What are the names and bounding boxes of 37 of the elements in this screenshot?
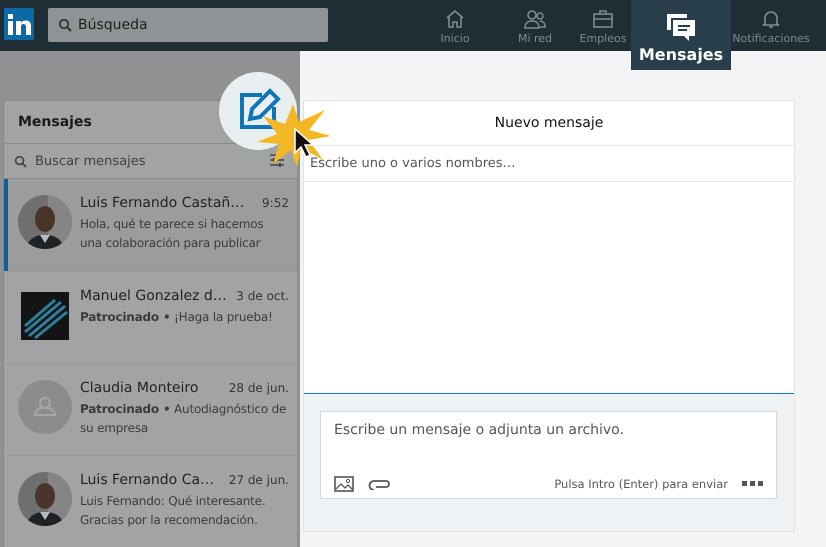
message-time: 28 de jun. bbox=[228, 381, 289, 395]
search-field[interactable]: Búsqueda bbox=[48, 8, 328, 42]
message-preview: Hola, qué te parece si hacemos una colaboración para publicar bbox=[80, 216, 264, 252]
contact-name: Luis Fernando Castañ… bbox=[80, 195, 244, 211]
message-box[interactable]: Escribe un mensaje o adjunta un archivo. Pulsa Intro (Enter) para enviar bbox=[320, 411, 777, 499]
more-icon[interactable] bbox=[742, 481, 764, 487]
logo-icon bbox=[21, 292, 69, 340]
message-time: 9:52 bbox=[262, 196, 289, 210]
contact-name: Manuel Gonzalez d… bbox=[80, 288, 227, 304]
search-field[interactable]: Buscar mensajes bbox=[33, 152, 237, 170]
conversation-item[interactable]: Luis Fernando Castañ… 9:52 Hola, qué te parece si hacemos una colaboración para publicar bbox=[4, 179, 297, 271]
home-icon bbox=[444, 9, 466, 29]
nav-tab[interactable]: Inicio bbox=[415, 0, 495, 51]
conversation-item[interactable]: Claudia Monteiro 28 de jun. Patrocinado • Autodiagnóstico de su empresa bbox=[4, 363, 297, 455]
nav-tab[interactable]: Notificaciones bbox=[731, 0, 811, 51]
bell-icon bbox=[761, 9, 781, 29]
contact-name: Claudia Monteiro bbox=[80, 380, 198, 396]
logo-icon[interactable] bbox=[4, 8, 34, 40]
chat-bubbles-icon bbox=[665, 12, 697, 42]
conversation-item[interactable]: Manuel Gonzalez d… 3 de oct. Patrocinado • ¡Haga la prueba! bbox=[4, 271, 297, 363]
nav-tab[interactable]: Mi red bbox=[495, 0, 575, 51]
search-icon bbox=[14, 154, 27, 168]
nav-tab[interactable]: Empleos bbox=[575, 0, 631, 51]
paperclip-icon[interactable] bbox=[368, 478, 392, 490]
briefcase-icon bbox=[592, 9, 614, 29]
send-hint: Pulsa Intro (Enter) para enviar bbox=[554, 477, 728, 491]
conversation-item[interactable]: Luis Fernando Ca… 27 de jun. Luis Fernando: Qué interesante. Gracias por la recomendación. bbox=[4, 455, 297, 547]
person-icon bbox=[18, 380, 72, 434]
message-time: 3 de oct. bbox=[236, 289, 289, 303]
message-preview: Luis Fernando: Qué interesante. Gracias por la recomendación. bbox=[80, 493, 266, 529]
message-time: 27 de jun. bbox=[228, 473, 289, 487]
people-icon bbox=[523, 9, 547, 29]
nav-tab[interactable]: Mensajes bbox=[631, 0, 731, 70]
contact-name: Luis Fernando Ca… bbox=[80, 472, 214, 488]
image-icon[interactable] bbox=[334, 476, 354, 492]
message-preview: Patrocinado • ¡Haga la prueba! bbox=[80, 309, 274, 326]
message-preview: Patrocinado • Autodiagnóstico de su empresa bbox=[80, 401, 288, 437]
